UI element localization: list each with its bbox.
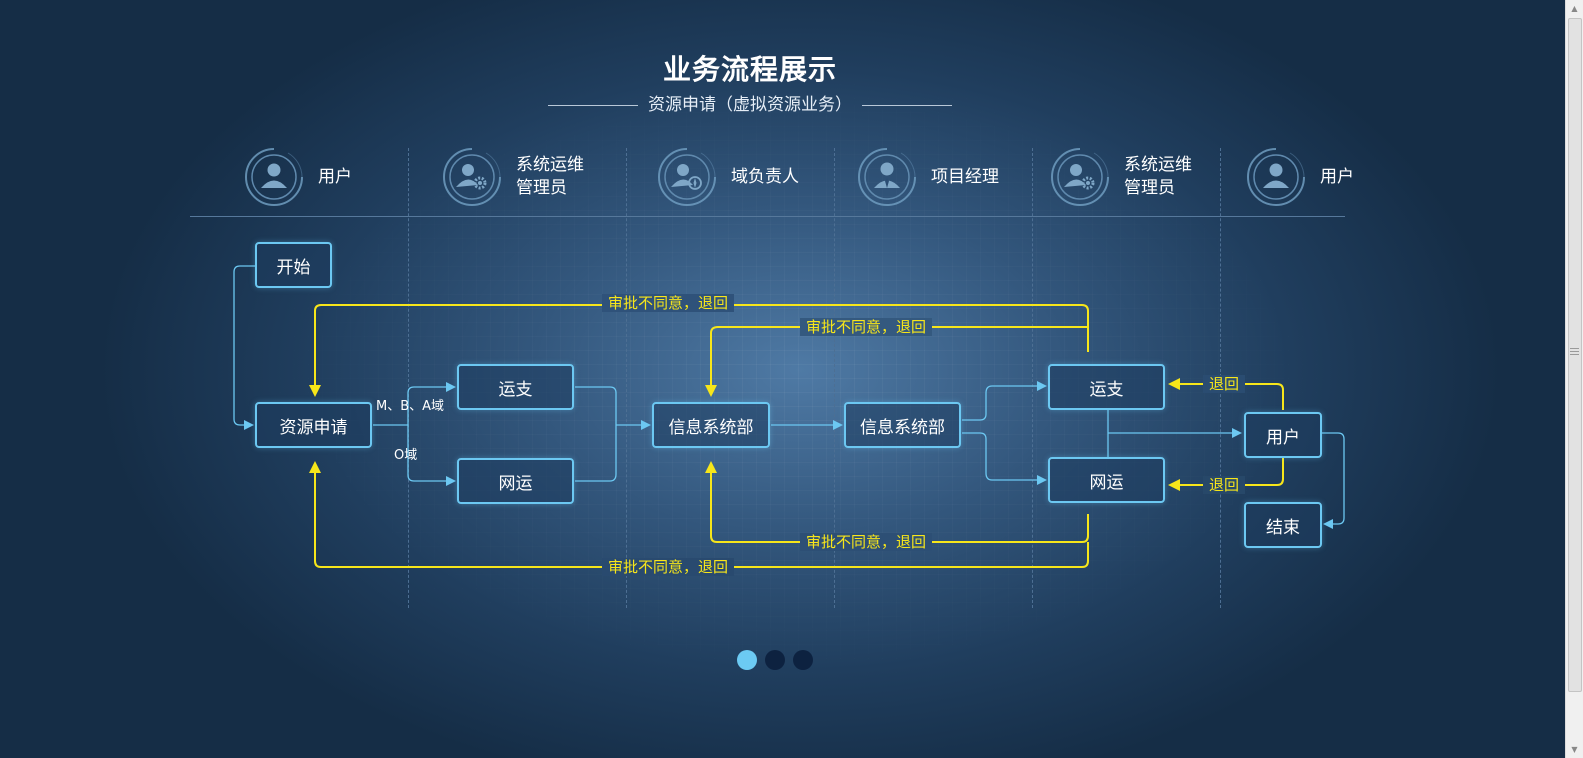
vertical-scrollbar[interactable]: ▲ ▼ <box>1565 0 1583 758</box>
reject-bottom-inner <box>705 461 1089 543</box>
branch-label-o: O域 <box>394 448 418 463</box>
node-wangyun-1[interactable]: 网运 <box>457 458 574 504</box>
pager-dot-2[interactable] <box>765 650 785 670</box>
scroll-down-icon[interactable]: ▼ <box>1566 741 1583 758</box>
pager <box>737 650 821 670</box>
node-user[interactable]: 用户 <box>1244 412 1322 458</box>
reject-label-bottom-outer: 审批不同意，退回 <box>602 558 735 576</box>
reject-label-bottom-inner: 审批不同意，退回 <box>800 533 933 551</box>
reject-top-inner <box>705 326 1088 397</box>
flow-connectors <box>233 265 1345 568</box>
node-end[interactable]: 结束 <box>1244 502 1322 548</box>
edge-start-to-apply <box>233 265 256 430</box>
pager-dot-1[interactable] <box>737 650 757 670</box>
scroll-grip-icon <box>1570 348 1579 355</box>
reject-top-outer <box>309 304 1089 397</box>
node-start[interactable]: 开始 <box>255 242 332 288</box>
reject-label-top-inner: 审批不同意，退回 <box>800 318 933 336</box>
scrollbar-thumb[interactable] <box>1568 18 1582 692</box>
reject-label-top-outer: 审批不同意，退回 <box>602 294 735 312</box>
node-info-dept-2[interactable]: 信息系统部 <box>844 402 961 448</box>
edge-info-2-to-yunzhi-2 <box>962 381 1047 421</box>
reject-bottom-outer <box>309 461 1089 568</box>
pager-dot-3[interactable] <box>793 650 813 670</box>
scroll-up-icon[interactable]: ▲ <box>1566 0 1583 17</box>
node-resource-apply[interactable]: 资源申请 <box>255 402 372 448</box>
node-wangyun-2[interactable]: 网运 <box>1048 457 1165 503</box>
node-info-dept-1[interactable]: 信息系统部 <box>652 402 770 448</box>
edge-info-2-to-wangyun-2 <box>962 432 1047 485</box>
edge-yunzhi-1-merge <box>575 386 617 482</box>
node-yunzhi-2[interactable]: 运支 <box>1048 364 1165 410</box>
return-label-lower: 退回 <box>1203 476 1246 494</box>
branch-label-mba: M、B、A域 <box>376 399 445 414</box>
return-label-upper: 退回 <box>1203 375 1246 393</box>
edge-user-to-end <box>1322 432 1345 529</box>
node-yunzhi-1[interactable]: 运支 <box>457 364 574 410</box>
